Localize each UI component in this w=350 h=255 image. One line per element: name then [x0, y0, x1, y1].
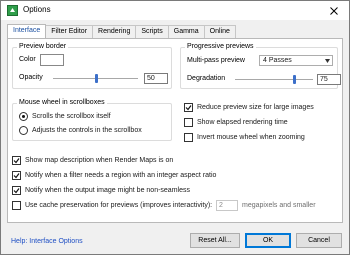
options-icon [7, 5, 18, 16]
tab-rendering[interactable]: Rendering [92, 25, 137, 38]
check-icon [13, 158, 20, 164]
checkbox[interactable] [184, 133, 193, 142]
checkbox[interactable] [184, 118, 193, 127]
tab-strip: Interface Filter Editor Rendering Script… [7, 24, 236, 38]
check-elapsed-time[interactable]: Show elapsed rendering time [184, 118, 288, 127]
preview-border-group: Preview border Color Opacity 50 [12, 43, 172, 89]
opacity-slider-thumb[interactable] [94, 74, 98, 83]
radio-adjusts-controls[interactable]: Adjusts the controls in the scrollbox [19, 126, 142, 135]
opacity-field[interactable]: 50 [144, 73, 168, 84]
cancel-button[interactable]: Cancel [296, 233, 342, 248]
checkbox-label: Show elapsed rendering time [197, 119, 288, 126]
check-integer-aspect[interactable]: Notify when a filter needs a region with… [12, 171, 216, 180]
check-map-description[interactable]: Show map description when Render Maps is… [12, 156, 173, 165]
mouse-wheel-title: Mouse wheel in scrollboxes [17, 99, 107, 106]
tab-interface[interactable]: Interface [7, 24, 47, 38]
radio-button[interactable] [19, 112, 28, 121]
checkbox[interactable] [12, 171, 21, 180]
checkbox-label: Notify when the output image might be no… [25, 187, 190, 194]
checkbox[interactable] [12, 201, 21, 210]
border-color-swatch[interactable] [40, 54, 64, 66]
close-icon [330, 6, 338, 15]
degradation-label: Degradation [187, 75, 226, 82]
radio-label: Adjusts the controls in the scrollbox [32, 127, 142, 134]
checkbox[interactable] [12, 186, 21, 195]
checkbox[interactable] [12, 156, 21, 165]
degradation-slider-thumb[interactable] [292, 75, 296, 84]
check-reduce-preview[interactable]: Reduce preview size for large images [184, 103, 314, 112]
window-title: Options [23, 5, 51, 14]
check-non-seamless[interactable]: Notify when the output image might be no… [12, 186, 190, 195]
check-invert-wheel[interactable]: Invert mouse wheel when zooming [184, 133, 305, 142]
checkbox-label: Notify when a filter needs a region with… [25, 172, 217, 179]
checkbox-label: Show map description when Render Maps is… [25, 157, 174, 164]
multipass-value: 4 Passes [263, 57, 292, 64]
title-bar: Options [1, 1, 349, 20]
cache-megapixels-field[interactable]: 2 [216, 200, 238, 211]
multipass-select[interactable]: 4 Passes [259, 55, 333, 66]
check-icon [13, 173, 20, 179]
progressive-previews-title: Progressive previews [185, 43, 256, 50]
multipass-label: Multi-pass preview [187, 57, 245, 64]
opacity-label: Opacity [19, 74, 43, 81]
mouse-wheel-group: Mouse wheel in scrollboxes Scrolls the s… [12, 99, 172, 141]
checkbox[interactable] [184, 103, 193, 112]
radio-label: Scrolls the scrollbox itself [32, 113, 111, 120]
checkbox-label: Reduce preview size for large images [197, 104, 314, 111]
tab-gamma[interactable]: Gamma [167, 25, 205, 38]
checkbox-label: Use cache preservation for previews (imp… [25, 202, 213, 209]
tab-online[interactable]: Online [203, 25, 236, 38]
check-cache-preservation[interactable]: Use cache preservation for previews (imp… [12, 201, 212, 210]
ok-button[interactable]: OK [245, 233, 291, 248]
degradation-field[interactable]: 75 [317, 74, 341, 85]
cache-suffix-label: megapixels and smaller [242, 202, 316, 209]
tab-scripts[interactable]: Scripts [135, 25, 169, 38]
help-link[interactable]: Help: Interface Options [11, 238, 83, 245]
close-button[interactable] [319, 1, 349, 20]
check-icon [185, 105, 192, 111]
checkbox-label: Invert mouse wheel when zooming [197, 134, 305, 141]
check-icon [13, 188, 20, 194]
radio-button[interactable] [19, 126, 28, 135]
degradation-slider-track[interactable] [235, 79, 313, 80]
chevron-down-icon [325, 59, 330, 63]
preview-border-title: Preview border [17, 43, 69, 50]
radio-scrolls-itself[interactable]: Scrolls the scrollbox itself [19, 112, 111, 121]
tab-filter-editor[interactable]: Filter Editor [45, 25, 94, 38]
interface-panel: Preview border Color Opacity 50 Progress… [7, 38, 343, 223]
options-dialog: Options Interface Filter Editor Renderin… [0, 0, 350, 255]
progressive-previews-group: Progressive previews Multi-pass preview … [180, 43, 341, 89]
color-label: Color [19, 56, 36, 63]
reset-all-button[interactable]: Reset All... [190, 233, 240, 248]
